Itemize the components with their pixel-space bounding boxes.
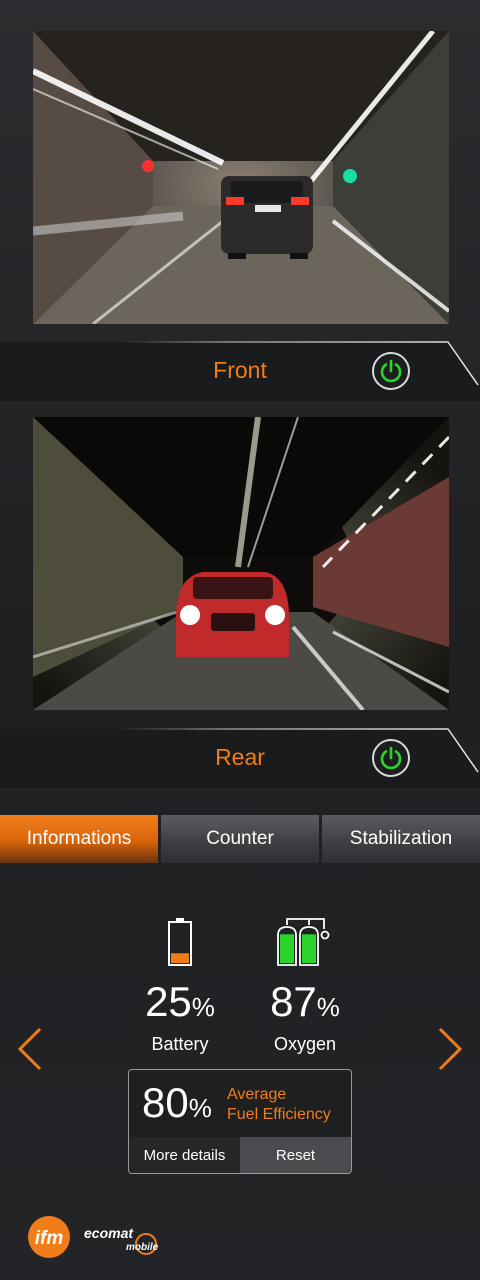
front-camera-bar: Front [0,341,480,401]
fuel-value: 80 [142,1079,189,1126]
chevron-left-icon[interactable] [16,1027,46,1071]
oxygen-stat: 87% Oxygen [235,915,375,1055]
front-power-button[interactable] [372,352,410,390]
chevron-right-icon[interactable] [434,1027,464,1071]
power-icon [380,359,402,383]
oxygen-unit: % [316,992,340,1022]
battery-stat: 25% Battery [110,915,250,1055]
tab-bar: Informations Counter Stabilization [0,815,480,863]
oxygen-value: 87 [270,978,317,1025]
oxygen-tanks-icon [277,918,330,966]
svg-text:ifm: ifm [35,1228,64,1249]
fuel-unit: % [188,1093,212,1123]
power-icon [380,746,402,770]
ecomat-mobile-logo: ecomat mobile [84,1225,159,1255]
tab-counter[interactable]: Counter [161,815,319,863]
svg-text:mobile: mobile [126,1242,159,1253]
fuel-label: Average Fuel Efficiency [227,1085,331,1125]
battery-unit: % [191,992,215,1022]
reset-button[interactable]: Reset [240,1137,351,1173]
battery-label: Battery [151,1034,209,1054]
battery-icon [168,918,192,966]
battery-value: 25 [145,978,192,1025]
oxygen-label: Oxygen [273,1034,337,1054]
fuel-efficiency-card: 80% Average Fuel Efficiency More details… [128,1069,352,1174]
rear-camera-view [33,417,449,710]
svg-text:ecomat: ecomat [84,1225,134,1241]
rear-power-button[interactable] [372,739,410,777]
front-camera-view [33,31,449,324]
ifm-logo: ifm [28,1216,70,1258]
fuel-label-line1: Average [227,1086,287,1103]
more-details-button[interactable]: More details [129,1137,240,1173]
rear-camera-bar: Rear [0,728,480,788]
tab-informations[interactable]: Informations [0,815,158,863]
tab-stabilization[interactable]: Stabilization [322,815,480,863]
fuel-label-line2: Fuel Efficiency [227,1106,331,1123]
